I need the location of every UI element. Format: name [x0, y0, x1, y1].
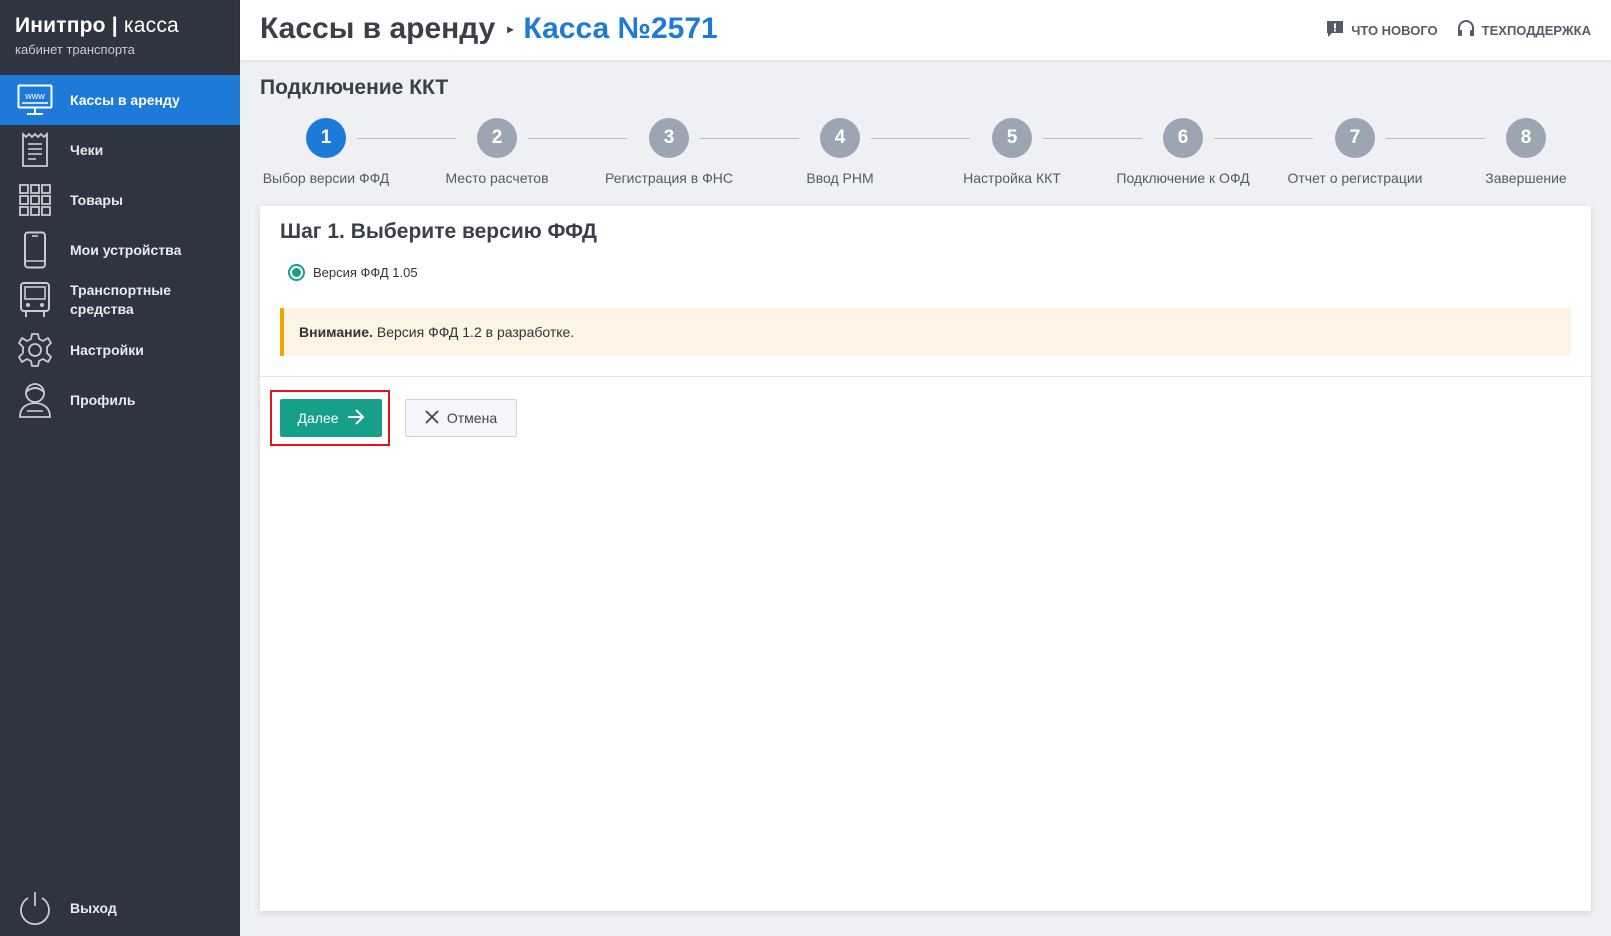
step-8[interactable]: 8 Завершение: [1451, 118, 1601, 186]
arrow-right-icon: [347, 408, 365, 428]
gear-icon: [16, 331, 54, 369]
radio-label: Версия ФФД 1.05: [313, 265, 418, 280]
step-label: Ввод РНМ: [806, 170, 874, 186]
step-label: Отчет о регистрации: [1287, 170, 1423, 186]
step-number: 6: [1163, 118, 1203, 158]
step-1[interactable]: 1 Выбор версии ФФД: [251, 118, 401, 186]
breadcrumb-root-link[interactable]: Кассы в аренду: [260, 12, 495, 46]
radio-checked-dot: [292, 268, 301, 277]
step-label: Регистрация в ФНС: [605, 170, 733, 186]
sidebar-item-label: Транспортные средства: [70, 282, 172, 317]
step-7[interactable]: 7 Отчет о регистрации: [1280, 118, 1430, 186]
breadcrumb-separator-icon: ▸: [507, 22, 514, 36]
cancel-button-label: Отмена: [446, 410, 498, 426]
logout-button[interactable]: Выход: [0, 888, 240, 928]
alert-text: Версия ФФД 1.2 в разработке.: [376, 324, 575, 340]
receipt-icon: [16, 131, 54, 169]
step-3[interactable]: 3 Регистрация в ФНС: [594, 118, 744, 186]
phone-icon: [16, 231, 54, 269]
sidebar-item-rent-kassas[interactable]: www Кассы в аренду: [0, 75, 240, 125]
brand-name: Инитпро: [15, 14, 106, 37]
step-4[interactable]: 4 Ввод РНМ: [765, 118, 915, 186]
sidebar-item-label: Чеки: [70, 141, 104, 158]
step-2[interactable]: 2 Место расчетов: [422, 118, 572, 186]
svg-text:www: www: [24, 91, 45, 101]
brand-product: касса: [123, 14, 179, 37]
sidebar-item-label: Профиль: [70, 391, 136, 408]
logo[interactable]: Инитпро | касса кабинет транспорта: [0, 0, 240, 75]
power-icon: [16, 889, 54, 927]
stepper: 1 Выбор версии ФФД 2 Место расчетов 3 Ре…: [260, 118, 1590, 188]
page-title: Подключение ККТ: [260, 76, 449, 99]
alert-title: Внимание.: [299, 324, 373, 340]
headset-icon: [1456, 19, 1476, 42]
next-button[interactable]: Далее: [280, 399, 382, 437]
step-label: Выбор версии ФФД: [262, 170, 390, 186]
sidebar-item-vehicles[interactable]: Транспортные средства: [0, 275, 240, 325]
divider: [260, 376, 1591, 377]
step-label: Подключение к ОФД: [1116, 170, 1250, 186]
header-links: ЧТО НОВОГО ТЕХПОДДЕРЖКА: [1325, 19, 1591, 42]
logo-title: Инитпро | касса: [15, 14, 240, 38]
whats-new-label: ЧТО НОВОГО: [1351, 23, 1438, 38]
sidebar-item-label: Мои устройства: [70, 241, 182, 258]
whats-new-link[interactable]: ЧТО НОВОГО: [1325, 19, 1438, 42]
sidebar-item-label: Кассы в аренду: [70, 91, 180, 108]
logout-label: Выход: [70, 899, 117, 916]
announcement-icon: [1325, 19, 1345, 42]
sidebar-item-goods[interactable]: Товары: [0, 175, 240, 225]
sidebar: Инитпро | касса кабинет транспорта www К…: [0, 0, 240, 936]
support-label: ТЕХПОДДЕРЖКА: [1481, 23, 1591, 38]
top-header: Кассы в аренду ▸ Касса №2571 ЧТО НОВОГО …: [240, 0, 1611, 60]
user-icon: [16, 381, 54, 419]
sidebar-item-receipts[interactable]: Чеки: [0, 125, 240, 175]
step-5[interactable]: 5 Настройка ККТ: [937, 118, 1087, 186]
close-icon: [425, 409, 439, 427]
step-number: 4: [820, 118, 860, 158]
sidebar-item-settings[interactable]: Настройки: [0, 325, 240, 375]
step-label: Настройка ККТ: [963, 170, 1061, 186]
step-6[interactable]: 6 Подключение к ОФД: [1108, 118, 1258, 186]
sidebar-item-profile[interactable]: Профиль: [0, 375, 240, 425]
brand-subtitle: кабинет транспорта: [15, 42, 135, 57]
step-number: 3: [649, 118, 689, 158]
brand-separator: |: [111, 14, 118, 37]
grid-icon: [16, 181, 54, 219]
breadcrumb: Кассы в аренду ▸ Касса №2571: [260, 12, 718, 46]
breadcrumb-current: Касса №2571: [523, 12, 718, 45]
sidebar-item-devices[interactable]: Мои устройства: [0, 225, 240, 275]
sidebar-item-label: Настройки: [70, 341, 144, 358]
sidebar-item-label: Товары: [70, 191, 123, 208]
bus-icon: [16, 281, 54, 319]
step-label: Завершение: [1485, 170, 1567, 186]
card-title: Шаг 1. Выберите версию ФФД: [280, 220, 597, 243]
next-button-label: Далее: [297, 410, 339, 426]
warning-alert: Внимание. Версия ФФД 1.2 в разработке.: [280, 308, 1571, 356]
step-number: 8: [1506, 118, 1546, 158]
step-card: Шаг 1. Выберите версию ФФД Версия ФФД 1.…: [260, 206, 1591, 911]
cancel-button[interactable]: Отмена: [405, 399, 517, 437]
radio-button[interactable]: [288, 264, 305, 281]
step-number: 1: [306, 118, 346, 158]
ffd-version-radio[interactable]: Версия ФФД 1.05: [288, 264, 418, 281]
www-monitor-icon: www: [16, 81, 54, 119]
support-link[interactable]: ТЕХПОДДЕРЖКА: [1456, 19, 1591, 42]
step-label: Место расчетов: [445, 170, 549, 186]
step-number: 7: [1335, 118, 1375, 158]
step-number: 5: [992, 118, 1032, 158]
step-number: 2: [477, 118, 517, 158]
